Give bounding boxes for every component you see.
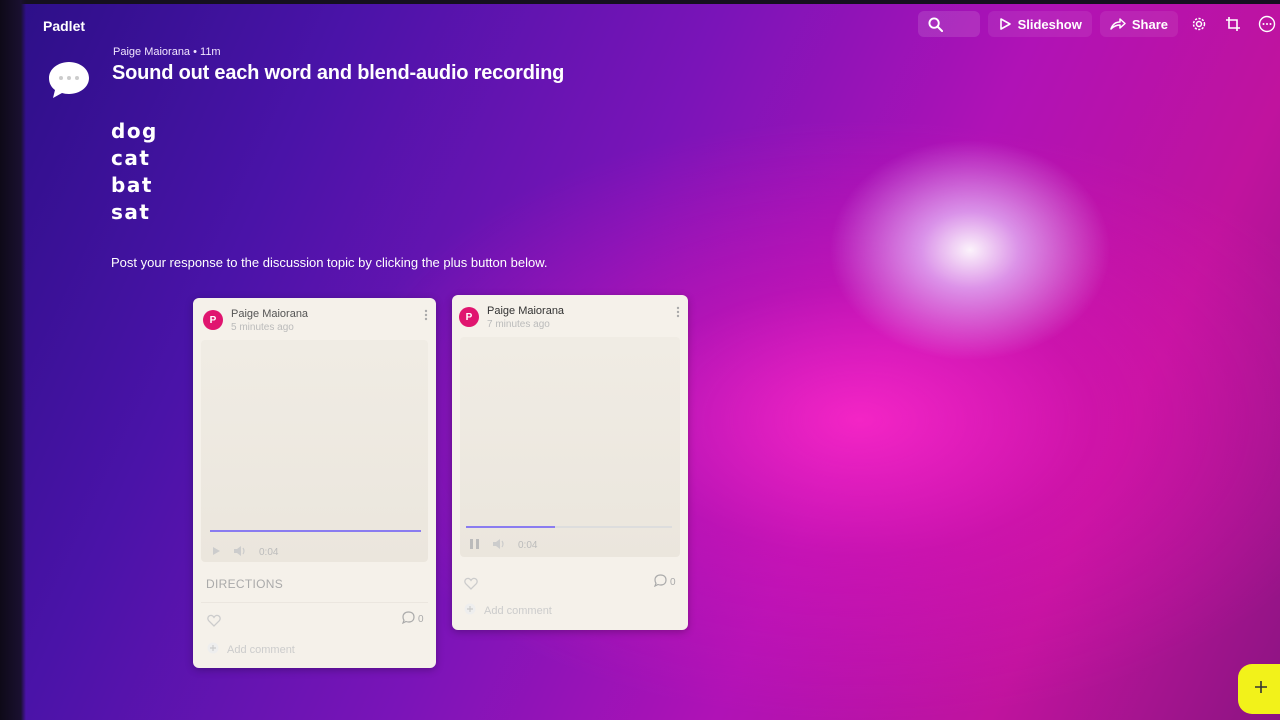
comment-count-value: 0 — [670, 576, 676, 588]
share-label: Share — [1131, 16, 1168, 32]
more-options-button[interactable] — [1254, 11, 1280, 37]
pause-icon[interactable] — [469, 538, 480, 553]
share-button[interactable]: Share — [1099, 11, 1178, 37]
instruction-text: Post your response to the discussion top… — [111, 255, 548, 270]
post-card[interactable]: P Paige Maiorana 5 minutes ago 0:04 DIRE… — [193, 298, 436, 668]
top-toolbar: Slideshow Share — [917, 10, 1280, 38]
add-circle-icon — [464, 603, 476, 618]
card-timestamp: 7 minutes ago — [487, 319, 550, 330]
audio-time: 0:04 — [259, 547, 279, 558]
play-icon — [998, 17, 1012, 31]
word-item: cat — [111, 146, 151, 170]
avatar: P — [203, 310, 223, 330]
comment-bubble-icon — [401, 611, 415, 627]
audio-controls: 0:04 — [211, 545, 278, 560]
word-item: sat — [111, 200, 151, 224]
audio-progress-fill — [210, 530, 421, 532]
audio-progress-track[interactable] — [466, 526, 672, 528]
more-vertical-icon[interactable] — [676, 305, 680, 318]
speech-bubble-icon — [47, 58, 91, 102]
search-button[interactable] — [917, 11, 980, 37]
post-meta: Paige Maiorana • 11m — [113, 46, 221, 58]
settings-button[interactable] — [1186, 11, 1212, 37]
comment-count[interactable]: 0 — [401, 611, 424, 627]
audio-time: 0:04 — [518, 540, 538, 551]
word-list: dog cat bat sat — [111, 118, 158, 226]
heart-icon[interactable] — [207, 614, 221, 632]
slideshow-label: Slideshow — [1017, 16, 1082, 32]
remake-button[interactable] — [1220, 11, 1246, 37]
volume-icon[interactable] — [492, 538, 506, 553]
audio-progress-fill — [466, 526, 555, 528]
card-timestamp: 5 minutes ago — [231, 322, 294, 333]
card-subject: DIRECTIONS — [206, 577, 284, 591]
add-comment-field[interactable]: Add comment — [464, 603, 552, 618]
screen-bezel-left — [0, 0, 26, 720]
audio-progress-track[interactable] — [210, 530, 421, 532]
audio-attachment[interactable] — [201, 340, 428, 562]
avatar: P — [459, 307, 479, 327]
add-post-button[interactable] — [1238, 664, 1280, 714]
word-item: dog — [111, 119, 158, 143]
slideshow-button[interactable]: Slideshow — [987, 11, 1092, 37]
add-comment-placeholder: Add comment — [484, 604, 552, 617]
crop-icon — [1225, 16, 1241, 32]
post-title: Sound out each word and blend-audio reco… — [112, 62, 565, 84]
comment-count[interactable]: 0 — [653, 574, 676, 590]
screen-bezel-top — [0, 0, 1280, 4]
word-item: bat — [111, 173, 153, 197]
audio-controls: 0:04 — [469, 538, 537, 553]
play-icon[interactable] — [211, 546, 221, 559]
search-icon — [928, 16, 943, 32]
plus-icon — [1254, 680, 1268, 699]
gear-icon — [1191, 16, 1207, 32]
share-arrow-icon — [1110, 17, 1126, 31]
audio-attachment[interactable] — [460, 337, 680, 557]
add-circle-icon — [207, 642, 219, 657]
card-author: Paige Maiorana — [487, 305, 565, 317]
add-comment-field[interactable]: Add comment — [207, 642, 295, 657]
more-horizontal-icon — [1258, 15, 1276, 33]
more-vertical-icon[interactable] — [424, 308, 428, 321]
post-card[interactable]: P Paige Maiorana 7 minutes ago 0:04 0 Ad… — [452, 295, 688, 630]
volume-icon[interactable] — [233, 545, 247, 560]
comment-bubble-icon — [653, 574, 667, 590]
add-comment-placeholder: Add comment — [227, 643, 295, 656]
card-author: Paige Maiorana — [231, 308, 309, 320]
divider — [201, 602, 428, 603]
heart-icon[interactable] — [464, 577, 478, 595]
app-logo[interactable]: Padlet — [43, 18, 85, 34]
comment-count-value: 0 — [418, 613, 424, 625]
